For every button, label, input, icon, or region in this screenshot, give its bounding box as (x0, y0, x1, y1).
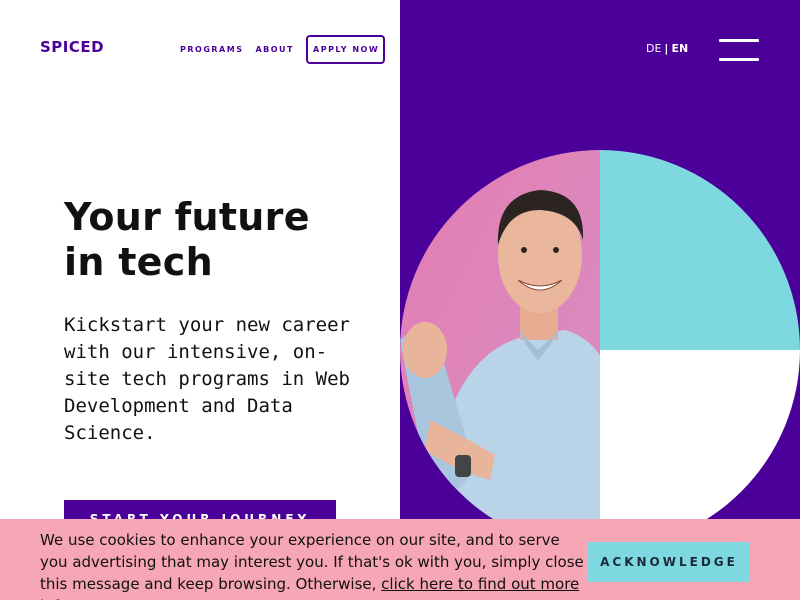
spiced-logo[interactable]: SPICED (40, 38, 104, 56)
apply-now-button[interactable]: APPLY NOW (306, 35, 386, 64)
person-eye-left (521, 247, 527, 253)
lang-separator: | (664, 42, 669, 55)
cyan-quadrant (600, 150, 800, 350)
hero-title-line1: Your future (64, 195, 310, 239)
right-panel: DE | EN (400, 0, 800, 600)
person-fist (403, 322, 447, 378)
language-switcher: DE | EN (646, 42, 688, 55)
hero-illustration (400, 150, 800, 550)
hero-title: Your future in tech (64, 195, 384, 285)
nav-programs-link[interactable]: PROGRAMS (180, 45, 243, 54)
hero-description: Kickstart your new career with our inten… (64, 314, 350, 444)
hamburger-menu-icon[interactable] (719, 39, 759, 63)
menu-line-top (719, 39, 759, 42)
hero-title-line2: in tech (64, 240, 213, 284)
nav-about-link[interactable]: ABOUT (255, 45, 294, 54)
person-eye-right (553, 247, 559, 253)
lang-de-link[interactable]: DE (646, 42, 661, 55)
menu-line-bottom (719, 58, 759, 61)
cookie-message: We use cookies to enhance your experienc… (40, 529, 585, 600)
hero-circle (400, 150, 800, 550)
acknowledge-button[interactable]: ACKNOWLEDGE (588, 542, 750, 582)
watch-icon (455, 455, 471, 477)
lang-en-link[interactable]: EN (671, 42, 688, 55)
person-photo (400, 150, 600, 550)
cookie-banner: We use cookies to enhance your experienc… (0, 519, 800, 600)
main-nav: PROGRAMS ABOUT APPLY NOW (180, 35, 386, 64)
left-panel: SPICED PROGRAMS ABOUT APPLY NOW Your fut… (0, 0, 400, 600)
